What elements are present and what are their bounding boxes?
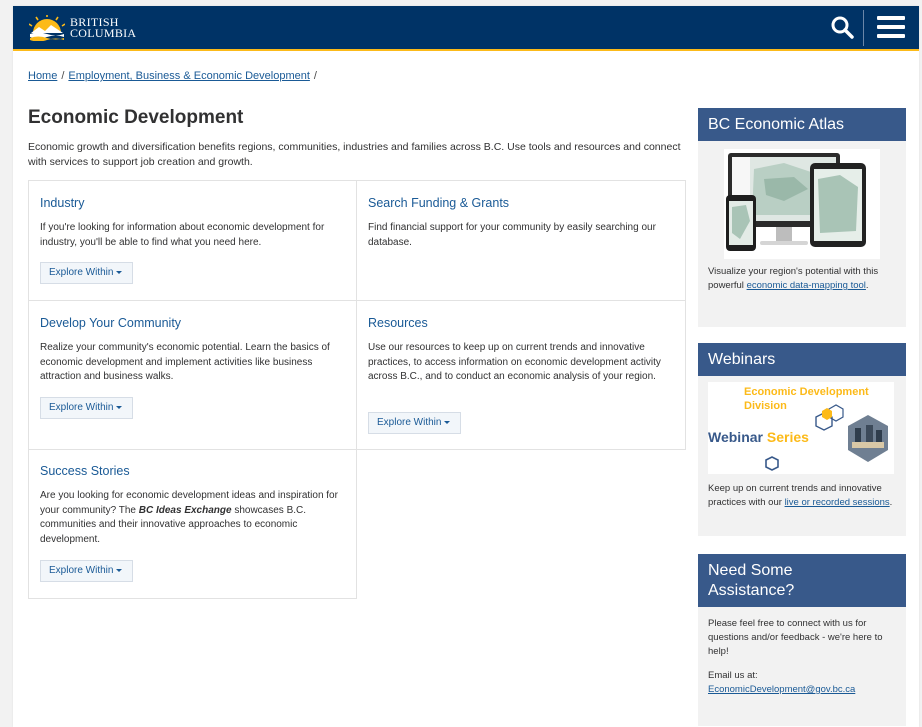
explore-within-button[interactable]: Explore Within: [40, 560, 134, 582]
button-label: Explore Within: [377, 417, 442, 428]
explore-within-button[interactable]: Explore Within: [40, 262, 134, 284]
sidebar-text: .: [889, 497, 893, 508]
card-develop-community: Develop Your Community Realize your comm…: [28, 300, 357, 450]
sidebar-atlas-box: BC Economic Atlas Visualize your region'…: [698, 108, 906, 327]
button-label: Explore Within: [49, 402, 114, 413]
page: BRITISH COLUMBIA Home / Employment, Busine…: [13, 6, 919, 727]
bc-logo[interactable]: BRITISH COLUMBIA: [29, 13, 136, 43]
sidebar-webinars-text: Keep up on current trends and innovative…: [698, 474, 906, 516]
webinar-series-banner[interactable]: Economic Development Division Webinar Se…: [708, 382, 894, 474]
sidebar-heading: BC Economic Atlas: [698, 108, 906, 141]
economic-data-mapping-tool-link[interactable]: economic data-mapping tool: [747, 280, 866, 291]
email-link[interactable]: EconomicDevelopment@gov.bc.ca: [708, 684, 855, 695]
sidebar-assist-box: Need Some Assistance? Please feel free t…: [698, 554, 906, 726]
logo-wordmark: BRITISH COLUMBIA: [70, 16, 137, 40]
logo-line-2: COLUMBIA: [70, 26, 137, 40]
site-header: BRITISH COLUMBIA: [13, 6, 919, 51]
page-title: Economic Development: [28, 107, 244, 128]
header-divider: [863, 10, 864, 46]
sidebar-webinars-box: Webinars Economic Development Division W…: [698, 343, 906, 536]
sidebar-heading: Need Some Assistance?: [698, 554, 906, 607]
banner-word-webinar: Webinar: [708, 429, 763, 445]
breadcrumb-home-link[interactable]: Home: [28, 70, 57, 82]
heading-line-1: Need Some: [708, 562, 793, 579]
card-title-link[interactable]: Search Funding & Grants: [368, 196, 509, 210]
explore-within-button[interactable]: Explore Within: [40, 397, 134, 419]
email-label: Email us at:: [708, 670, 758, 681]
sidebar-atlas-text: Visualize your region's potential with t…: [698, 259, 906, 299]
card-success-stories: Success Stories Are you looking for econ…: [28, 449, 357, 599]
caret-down-icon: [116, 568, 123, 572]
card-resources: Resources Use our resources to keep up o…: [356, 300, 686, 450]
breadcrumb: Home / Employment, Business & Economic Dev…: [28, 70, 321, 82]
card-description: Find financial support for your communit…: [368, 222, 656, 248]
card-description: Use our resources to keep up on current …: [368, 342, 661, 382]
bc-ideas-exchange-emphasis: BC Ideas Exchange: [138, 504, 232, 516]
banner-line-2: Division: [744, 400, 787, 412]
assist-message: Please feel free to connect with us for …: [708, 618, 883, 657]
sidebar-heading: Webinars: [698, 343, 906, 376]
card-title-link[interactable]: Industry: [40, 196, 84, 210]
banner-word-series: Series: [766, 429, 809, 445]
atlas-devices-image[interactable]: [724, 149, 880, 259]
hamburger-menu-icon[interactable]: [877, 16, 905, 40]
breadcrumb-separator: /: [313, 70, 317, 82]
breadcrumb-section-link[interactable]: Employment, Business & Economic Developm…: [68, 70, 310, 82]
search-icon: [831, 16, 854, 39]
caret-down-icon: [444, 420, 451, 424]
button-label: Explore Within: [49, 565, 114, 576]
button-label: Explore Within: [49, 267, 114, 278]
bc-sun-logo-icon: [29, 15, 65, 41]
banner-line-1: Economic Development: [744, 386, 869, 398]
header-search-button[interactable]: [829, 14, 857, 42]
card-description: Are you looking for economic development…: [40, 489, 340, 547]
explore-within-button[interactable]: Explore Within: [368, 412, 462, 434]
caret-down-icon: [116, 270, 123, 274]
card-search-funding: Search Funding & Grants Find financial s…: [356, 180, 686, 301]
page-intro: Economic growth and diversification bene…: [28, 141, 681, 168]
card-title-link[interactable]: Develop Your Community: [40, 316, 181, 330]
sidebar-text: .: [865, 280, 869, 291]
card-title-link[interactable]: Resources: [368, 316, 428, 330]
card-industry: Industry If you're looking for informati…: [28, 180, 357, 301]
heading-line-2: Assistance?: [708, 582, 795, 599]
caret-down-icon: [116, 405, 123, 409]
card-description: If you're looking for information about …: [40, 222, 325, 248]
card-description: Realize your community's economic potent…: [40, 342, 330, 382]
live-or-recorded-sessions-link[interactable]: live or recorded sessions: [785, 497, 890, 508]
breadcrumb-separator: /: [61, 70, 65, 82]
sidebar-assist-text: Please feel free to connect with us for …: [698, 607, 906, 703]
card-title-link[interactable]: Success Stories: [40, 464, 130, 478]
atlas-devices-illustration: [726, 153, 866, 251]
